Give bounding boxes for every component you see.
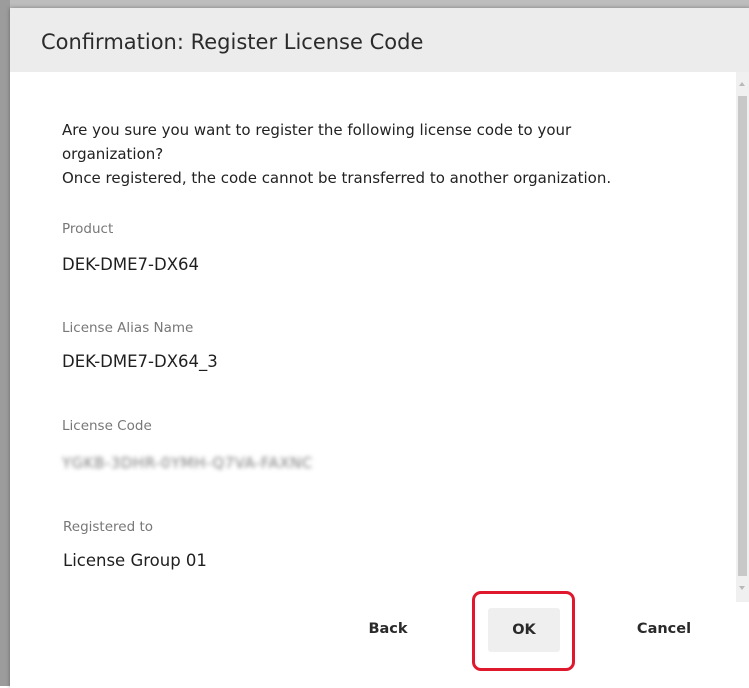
dialog-title: Confirmation: Register License Code [41, 30, 424, 54]
registered-to-label: Registered to [63, 519, 154, 535]
ok-button[interactable]: OK [488, 608, 560, 652]
license-code-value: YGKB-3DHR-0YMH-Q7VA-FAXNC [62, 454, 313, 472]
backdrop-top-edge [0, 0, 749, 8]
back-button[interactable]: Back [349, 608, 427, 650]
message-line: Are you sure you want to register the fo… [62, 121, 572, 139]
dialog-header: Confirmation: Register License Code [10, 8, 749, 72]
scroll-up-icon[interactable] [739, 82, 745, 86]
scroll-down-icon[interactable] [739, 586, 745, 590]
message-line: organization? [62, 145, 164, 163]
product-label: Product [62, 221, 114, 237]
product-value: DEK-DME7-DX64 [62, 255, 199, 274]
dialog-scrollbar[interactable] [736, 72, 749, 602]
cancel-button[interactable]: Cancel [622, 608, 706, 650]
message-line: Once registered, the code cannot be tran… [62, 169, 612, 187]
confirmation-dialog: Confirmation: Register License Code Are … [10, 8, 749, 688]
confirmation-message: Are you sure you want to register the fo… [62, 118, 712, 190]
scroll-thumb[interactable] [738, 96, 747, 576]
registered-to-value: License Group 01 [63, 551, 207, 570]
license-code-label: License Code [62, 418, 152, 434]
license-alias-label: License Alias Name [62, 320, 194, 336]
license-alias-value: DEK-DME7-DX64_3 [62, 352, 218, 371]
backdrop-left-edge [0, 0, 10, 686]
